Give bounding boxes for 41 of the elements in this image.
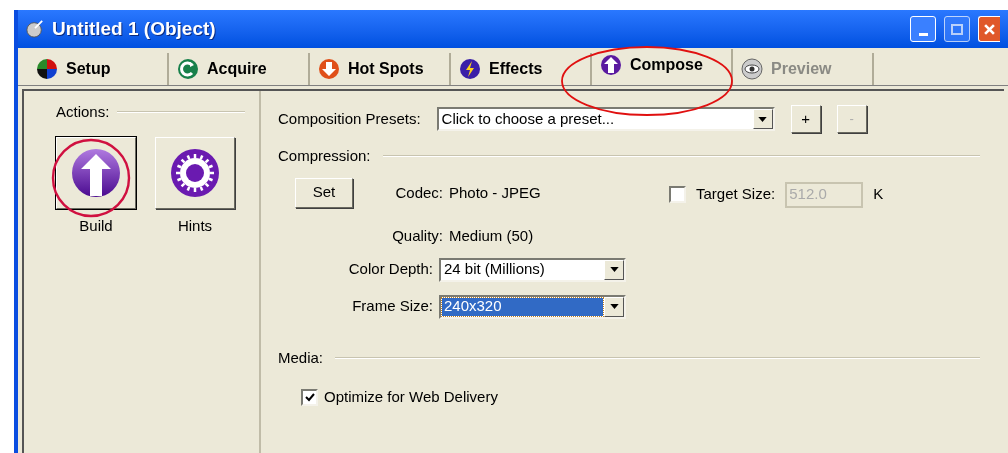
app-icon (26, 20, 44, 38)
button-label: Build (79, 215, 113, 236)
checkbox[interactable] (301, 388, 318, 406)
button-label: Hints (177, 215, 213, 236)
field-label: Codec: (394, 183, 443, 204)
close-icon (984, 23, 995, 35)
checkbox-label: Target Size: (696, 184, 776, 205)
action-button[interactable] (56, 136, 136, 209)
set-button[interactable]: Set (295, 177, 353, 208)
checkmark-icon (304, 392, 315, 403)
tab[interactable]: Setup (28, 53, 169, 85)
dropdown[interactable]: 24 bit (Millions) (439, 257, 626, 282)
unit-label: K (873, 184, 884, 205)
color-wheel-icon (36, 58, 58, 80)
field-label: Color Depth: (347, 259, 433, 280)
field-value: Photo - JPEG (449, 183, 542, 204)
dropdown-arrow-icon (758, 116, 768, 122)
tab[interactable]: Effects (451, 53, 592, 85)
maximize-button[interactable] (944, 16, 970, 42)
tab[interactable]: Hot Spots (310, 53, 451, 85)
section-label: Compression: (278, 146, 371, 166)
field-label: Quality: (391, 226, 443, 247)
checkbox-label: Optimize for Web Delivery (324, 387, 498, 407)
section-label: Media: (278, 347, 324, 368)
gear-icon (170, 147, 220, 198)
add-button[interactable]: + (790, 105, 821, 133)
dropdown-arrow-icon (609, 304, 619, 309)
section-label: Actions: (56, 102, 110, 122)
field-label: Frame Size: (351, 296, 433, 317)
field-value: Medium (50) (449, 226, 535, 247)
dropdown-arrow-icon (609, 267, 619, 272)
preset-dropdown[interactable]: Click to choose a preset... (436, 107, 775, 131)
close-button[interactable] (978, 16, 1000, 42)
window-title: Untitled 1 (Object) (52, 16, 217, 41)
lightning-icon (459, 58, 481, 80)
eye-icon (741, 58, 763, 80)
action-button[interactable] (155, 136, 235, 209)
tab[interactable]: Acquire (169, 53, 310, 85)
dropdown[interactable]: 240x320 (439, 294, 626, 319)
field-label: Composition Presets: (278, 108, 421, 129)
minimize-button[interactable] (910, 16, 936, 42)
